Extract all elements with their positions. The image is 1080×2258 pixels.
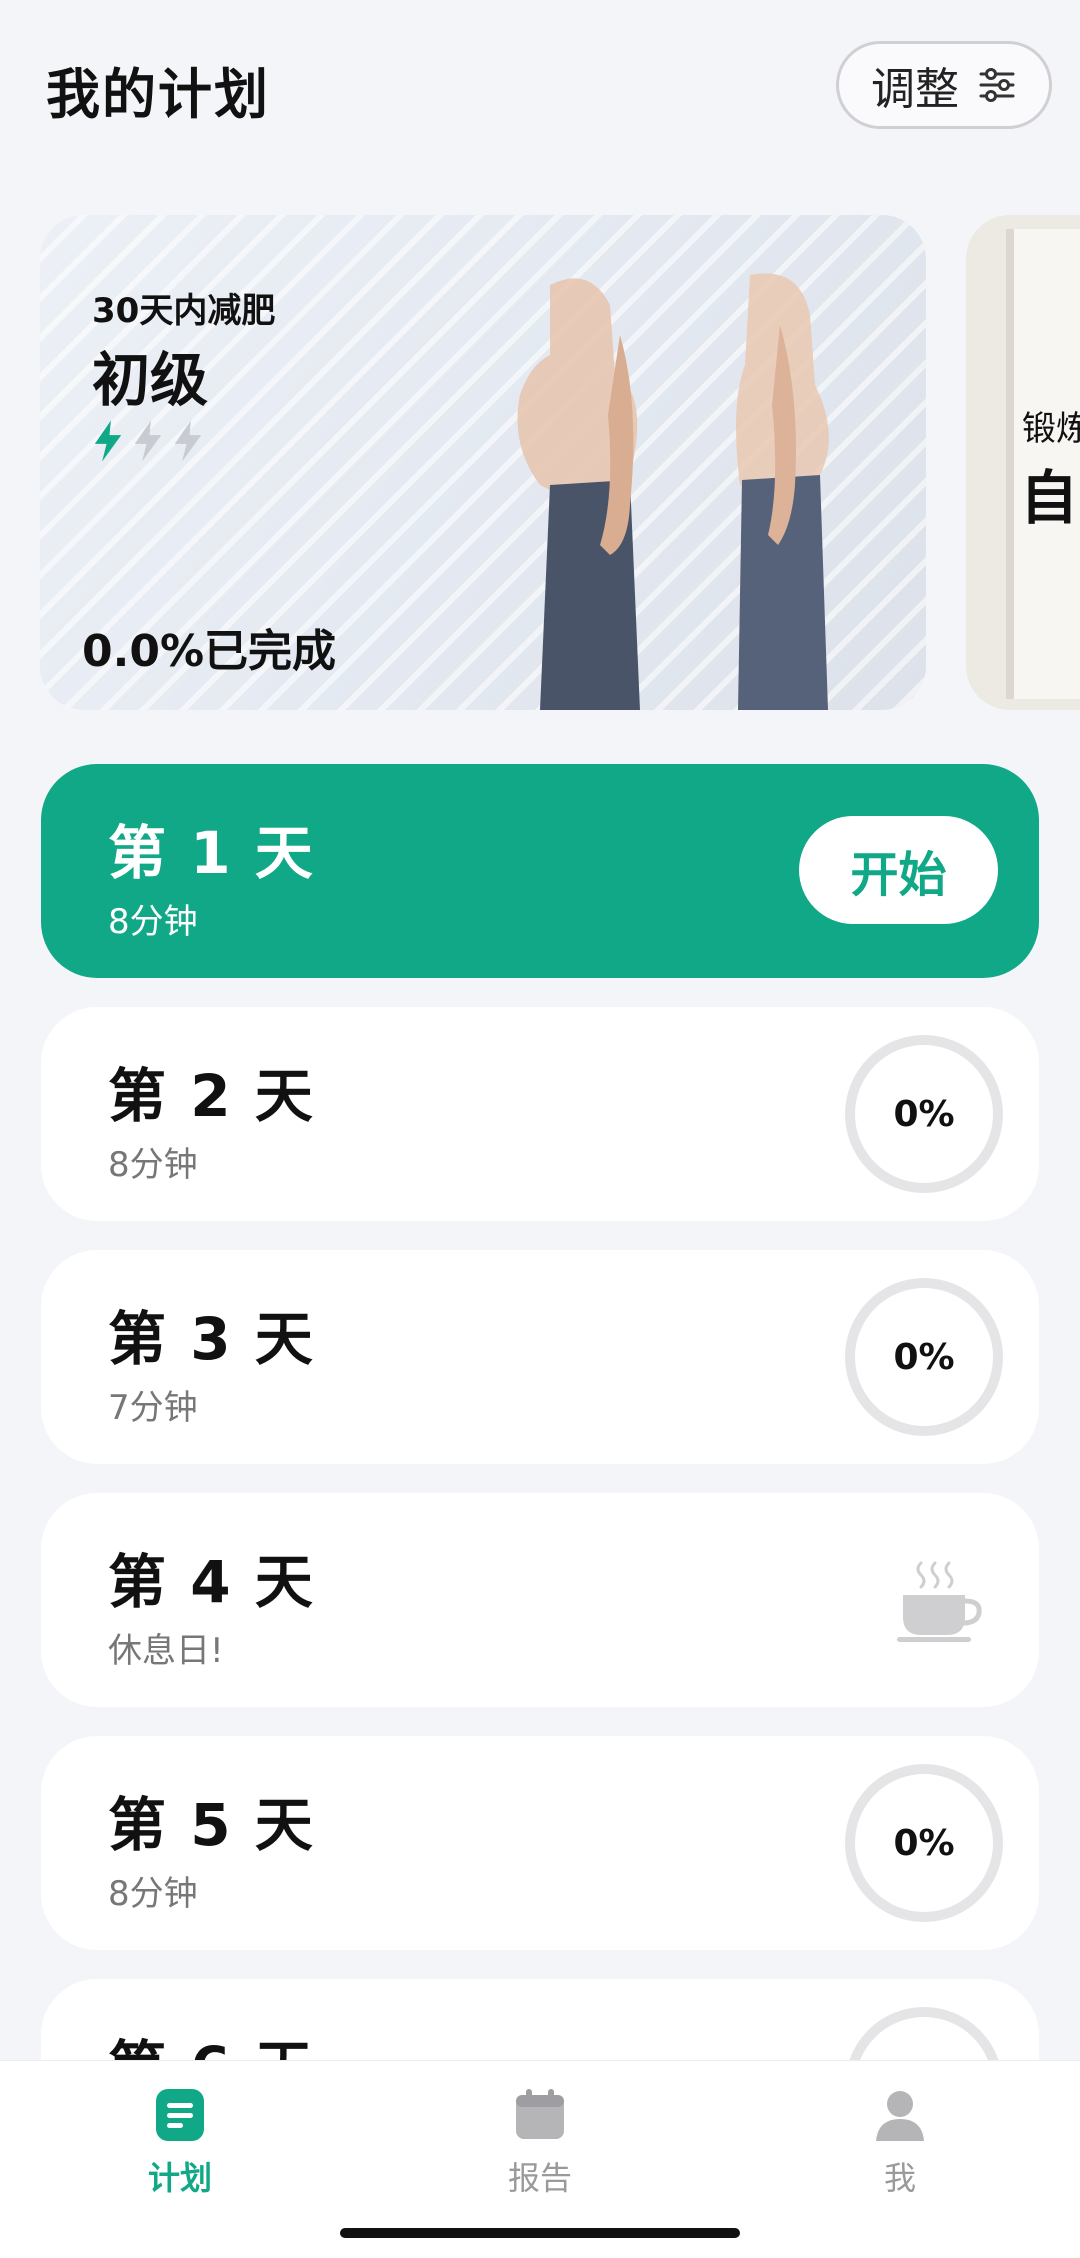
progress-ring: 0% [845,1035,1003,1193]
plan-carousel[interactable]: 30天内减肥 初级 0.0%已完成 锻炼 自 [0,215,1080,712]
sliders-icon [979,68,1015,102]
day-title: 第 4 天 [108,1548,315,1616]
day-duration: 8分钟 [108,1874,198,1914]
day-duration: 7分钟 [108,1388,198,1428]
nav-label: 我 [883,2159,916,2197]
page-title: 我的计划 [46,63,270,126]
header: 我的计划 调整 [0,0,1080,170]
before-after-image [517,273,829,710]
start-button[interactable]: 开始 [799,816,998,924]
day-item-5[interactable]: 第 5 天 8分钟 0% [41,1736,1039,1950]
plan-level: 初级 [92,346,209,414]
progress-ring: 0% [845,1764,1003,1922]
nav-label: 计划 [147,2159,212,2197]
plan-subtitle: 锻炼 [1022,409,1080,449]
nav-item-me[interactable]: 我 [800,2085,1000,2199]
adjust-label: 调整 [871,64,959,115]
nav-item-plan[interactable]: 计划 [80,2085,280,2199]
nav-item-report[interactable]: 报告 [440,2085,640,2199]
day-title: 第 1 天 [108,819,315,887]
plan-level: 自 [1020,464,1079,532]
day-item-4[interactable]: 第 4 天 休息日! [41,1493,1039,1707]
user-icon [876,2091,924,2141]
day-title: 第 5 天 [108,1791,315,1859]
day-duration: 8分钟 [108,902,198,942]
rest-day-label: 休息日! [108,1631,224,1671]
coffee-cup-icon [897,1561,982,1642]
plan-subtitle: 30天内减肥 [92,291,276,331]
intensity-rating [90,419,206,463]
lightning-icon [134,420,162,462]
lightning-icon [94,420,122,462]
plan-progress: 0.0%已完成 [82,626,337,677]
day-title: 第 2 天 [108,1062,315,1130]
plan-card-beginner[interactable]: 30天内减肥 初级 0.0%已完成 [40,215,926,710]
day-title: 第 3 天 [108,1305,315,1373]
day-duration: 8分钟 [108,1145,198,1185]
day-item-2[interactable]: 第 2 天 8分钟 0% [41,1007,1039,1221]
day-item-1[interactable]: 第 1 天 8分钟 开始 [41,764,1039,978]
progress-ring: 0% [845,1278,1003,1436]
day-item-3[interactable]: 第 3 天 7分钟 0% [41,1250,1039,1464]
adjust-button[interactable]: 调整 [836,41,1052,129]
home-indicator [340,2228,740,2238]
lightning-icon [174,420,202,462]
calendar-icon [516,2089,564,2139]
nav-label: 报告 [507,2159,572,2197]
plan-card-next[interactable]: 锻炼 自 [966,215,1080,710]
plan-icon [156,2089,204,2141]
